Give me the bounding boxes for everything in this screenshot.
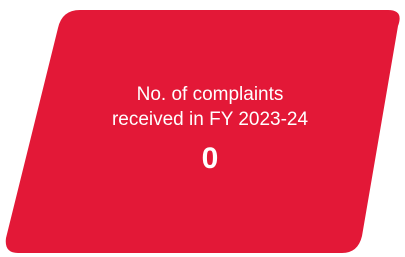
complaints-label-line1: No. of complaints xyxy=(136,84,284,105)
complaints-card: No. of complaints received in FY 2023-24… xyxy=(80,82,340,176)
complaints-count: 0 xyxy=(201,142,219,175)
complaints-label-line2: received in FY 2023-24 xyxy=(111,109,309,130)
